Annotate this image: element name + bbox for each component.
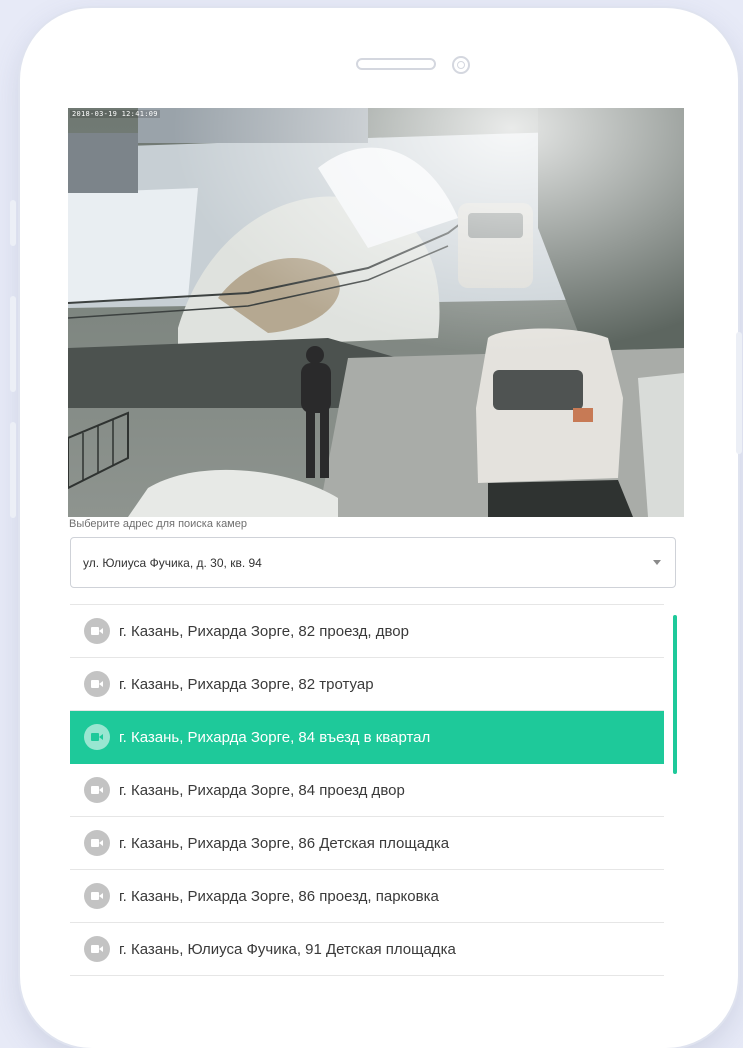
phone-power-button [736, 332, 742, 454]
address-select-label: Выберите адрес для поиска камер [69, 518, 247, 530]
camera-frame-image [68, 108, 684, 517]
phone-side-button [10, 296, 16, 392]
camera-list-scrollbar[interactable] [673, 615, 677, 774]
phone-side-button [10, 200, 16, 246]
video-camera-icon [84, 618, 110, 644]
camera-label: г. Казань, Рихарда Зорге, 84 въезд в ква… [119, 728, 431, 746]
video-camera-icon [84, 777, 110, 803]
front-camera-icon [452, 56, 470, 74]
address-select-value: ул. Юлиуса Фучика, д. 30, кв. 94 [83, 555, 262, 570]
speaker-grille [356, 58, 436, 70]
video-camera-icon [84, 883, 110, 909]
camera-label: г. Казань, Рихарда Зорге, 82 проезд, дво… [119, 622, 409, 640]
camera-list-item[interactable]: г. Казань, Рихарда Зорге, 86 Детская пло… [70, 817, 664, 870]
camera-label: г. Казань, Рихарда Зорге, 86 проезд, пар… [119, 887, 439, 905]
camera-list-item[interactable]: г. Казань, Рихарда Зорге, 84 проезд двор [70, 764, 664, 817]
camera-video-view[interactable]: 2018-03-19 12:41:09 [68, 108, 684, 517]
camera-list: г. Казань, Рихарда Зорге, 82 проезд, дво… [70, 604, 664, 976]
video-camera-icon [84, 724, 110, 750]
camera-list-item[interactable]: г. Казань, Рихарда Зорге, 82 проезд, дво… [70, 605, 664, 658]
address-select[interactable]: ул. Юлиуса Фучика, д. 30, кв. 94 [70, 537, 676, 588]
phone-side-button [10, 422, 16, 518]
camera-label: г. Казань, Рихарда Зорге, 84 проезд двор [119, 781, 405, 799]
camera-timestamp: 2018-03-19 12:41:09 [70, 110, 160, 118]
camera-list-item[interactable]: г. Казань, Рихарда Зорге, 82 тротуар [70, 658, 664, 711]
camera-label: г. Казань, Юлиуса Фучика, 91 Детская пло… [119, 940, 456, 958]
camera-label: г. Казань, Рихарда Зорге, 86 Детская пло… [119, 834, 450, 852]
chevron-down-icon[interactable] [653, 560, 661, 565]
video-camera-icon [84, 830, 110, 856]
camera-list-item-selected[interactable]: г. Казань, Рихарда Зорге, 84 въезд в ква… [70, 711, 664, 764]
video-camera-icon [84, 671, 110, 697]
camera-list-item[interactable]: г. Казань, Рихарда Зорге, 86 проезд, пар… [70, 870, 664, 923]
camera-label: г. Казань, Рихарда Зорге, 82 тротуар [119, 675, 374, 693]
camera-list-item[interactable]: г. Казань, Юлиуса Фучика, 91 Детская пло… [70, 923, 664, 976]
video-camera-icon [84, 936, 110, 962]
